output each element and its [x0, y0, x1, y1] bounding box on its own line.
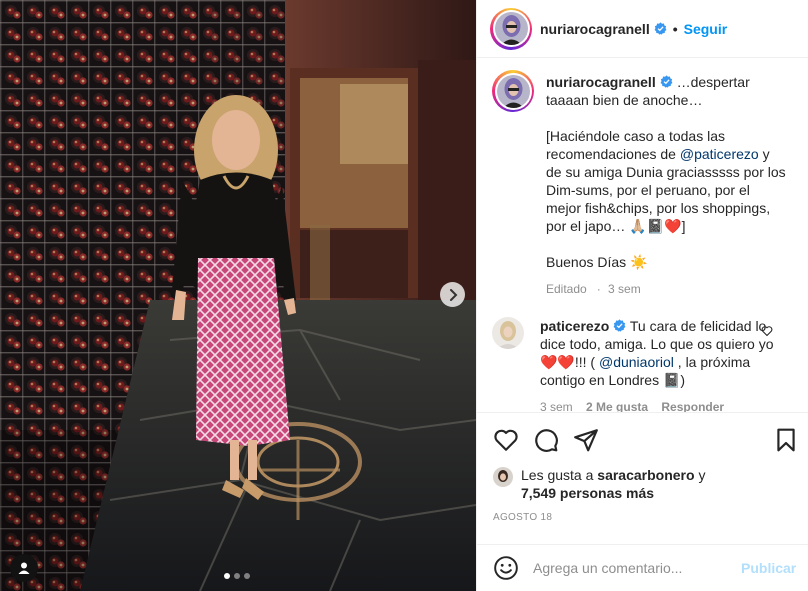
carousel-dot-active [224, 573, 230, 579]
paper-plane-icon[interactable] [573, 427, 599, 453]
heart-icon[interactable] [761, 325, 773, 337]
comment-body: paticerezo Tu cara de felicidad lo dice … [540, 317, 780, 412]
verified-badge-icon [660, 75, 673, 88]
author-username[interactable]: nuriarocagranell [540, 21, 650, 37]
post-date[interactable]: AGOSTO 18 [493, 512, 552, 523]
post-header: nuriarocagranell • Seguir [477, 0, 808, 58]
caption-body: nuriarocagranell …despertar taaaan bien … [546, 73, 786, 298]
comment-input[interactable] [533, 560, 729, 576]
caption-time: 3 sem [608, 282, 641, 296]
add-comment-bar: Publicar [477, 544, 808, 591]
avatar [494, 12, 528, 45]
caption-paragraph-2: [Haciéndole caso a todas las recomendaci… [546, 127, 786, 235]
heart-icon[interactable] [493, 427, 519, 453]
carousel-dot [244, 573, 250, 579]
tagged-users-button[interactable] [10, 554, 38, 582]
likes-prefix: Les gusta a [521, 467, 598, 483]
liker-avatar[interactable] [493, 467, 513, 487]
post-side-panel: nuriarocagranell • Seguir nuriarocagrane… [476, 0, 808, 591]
mention-link[interactable]: @paticerezo [680, 146, 759, 162]
carousel-indicator [224, 573, 250, 579]
chevron-right-icon [449, 288, 457, 301]
verified-badge-icon [613, 319, 626, 332]
caption: nuriarocagranell …despertar taaaan bien … [492, 70, 792, 298]
caption-username[interactable]: nuriarocagranell [546, 74, 656, 90]
liker-username[interactable]: saracarbonero [597, 467, 694, 483]
likes-summary: Les gusta a saracarbonero y 7,549 person… [493, 466, 705, 502]
avatar [496, 74, 530, 108]
comment-likes[interactable]: 2 Me gusta [586, 400, 648, 412]
caption-meta: Editado · 3 sem [546, 282, 641, 296]
instagram-post: nuriarocagranell • Seguir nuriarocagrane… [0, 0, 808, 591]
publish-button[interactable]: Publicar [741, 560, 796, 576]
comments-list[interactable]: nuriarocagranell …despertar taaaan bien … [477, 59, 808, 412]
comment-username[interactable]: paticerezo [540, 318, 609, 334]
user-tag-icon [18, 562, 30, 574]
commenter-avatar[interactable] [492, 317, 524, 349]
caption-paragraph-3: Buenos Días ☀️ [546, 254, 648, 270]
author-avatar[interactable] [490, 7, 532, 50]
post-actions [477, 412, 808, 464]
verified-badge-icon [654, 22, 667, 35]
bookmark-icon[interactable] [773, 427, 799, 453]
separator-bullet: • [672, 20, 678, 37]
post-photo[interactable] [0, 0, 476, 591]
carousel-dot [234, 573, 240, 579]
comment-bubble-icon[interactable] [533, 427, 559, 453]
likes-count[interactable]: 7,549 personas más [521, 485, 654, 501]
follow-button[interactable]: Seguir [684, 21, 728, 37]
reply-button[interactable]: Responder [661, 400, 724, 412]
edited-label: Editado [546, 282, 587, 296]
comment-item: paticerezo Tu cara de felicidad lo dice … [492, 317, 792, 412]
comment-meta: 3 sem 2 Me gusta Responder [540, 398, 780, 412]
likes-conj: y [694, 467, 706, 483]
likes-text: Les gusta a saracarbonero y 7,549 person… [521, 466, 705, 502]
next-photo-button[interactable] [440, 282, 465, 307]
comment-time: 3 sem [540, 400, 573, 412]
caption-avatar[interactable] [492, 70, 534, 112]
smiley-icon[interactable] [493, 555, 519, 581]
mention-link[interactable]: @duniaoriol [599, 354, 674, 370]
photo-wine-cellar [0, 0, 476, 591]
